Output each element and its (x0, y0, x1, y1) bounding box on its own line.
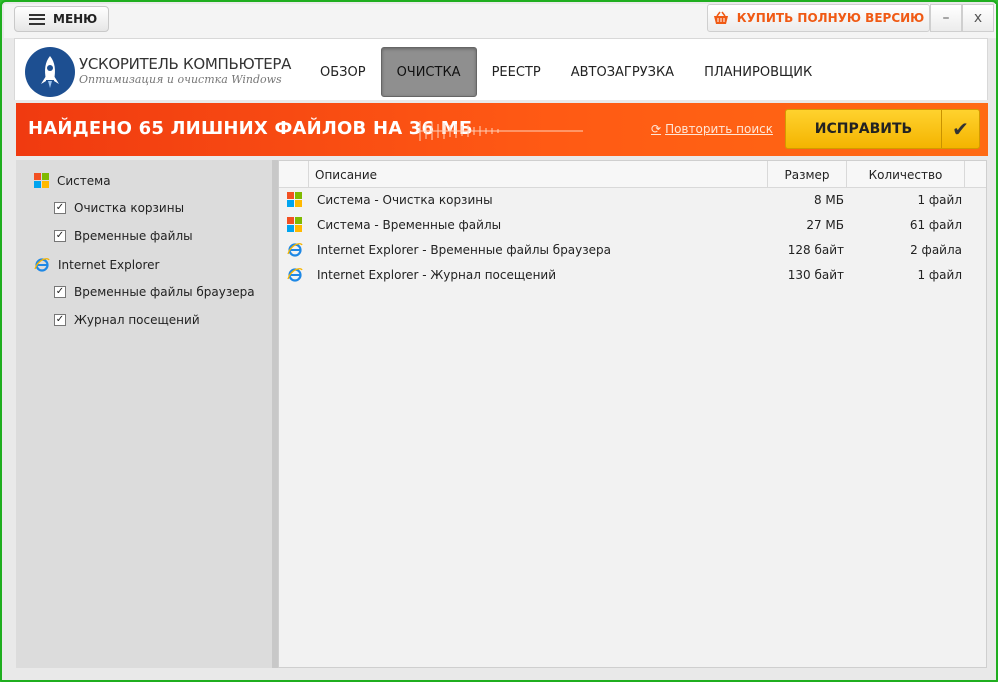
table-row[interactable]: Система - Временные файлы 27 МБ 61 файл (279, 213, 986, 238)
buy-full-version-button[interactable]: КУПИТЬ ПОЛНУЮ ВЕРСИЮ (707, 4, 930, 32)
row-count: 1 файл (917, 268, 962, 282)
tab-autostart[interactable]: АВТОЗАГРУЗКА (556, 47, 689, 97)
close-button[interactable]: x (962, 4, 994, 32)
tree-group-label: Система (57, 173, 111, 188)
menu-button[interactable]: МЕНЮ (14, 6, 109, 32)
row-description: Система - Очистка корзины (317, 193, 493, 207)
checkbox[interactable]: ✓ (54, 314, 66, 326)
row-description: Система - Временные файлы (317, 218, 502, 232)
app-header: УСКОРИТЕЛЬ КОМПЬЮТЕРА Оптимизация и очис… (14, 38, 988, 100)
row-size: 27 МБ (806, 218, 844, 232)
ie-icon (34, 258, 50, 272)
column-count[interactable]: Количество (847, 161, 965, 188)
tree-item-label: Временные файлы браузера (74, 285, 255, 299)
table-row[interactable]: Система - Очистка корзины 8 МБ 1 файл (279, 188, 986, 213)
brand-title: УСКОРИТЕЛЬ КОМПЬЮТЕРА (79, 55, 292, 73)
column-size[interactable]: Размер (768, 161, 847, 188)
row-size: 128 байт (787, 243, 844, 257)
tree-group-internet-explorer[interactable]: Internet Explorer (34, 257, 159, 273)
tree-item-label: Очистка корзины (74, 201, 185, 215)
minimize-icon: – (942, 10, 950, 26)
tree-item-recycle-bin[interactable]: ✓ Очистка корзины (54, 201, 184, 215)
table-header: Описание Размер Количество (279, 161, 986, 188)
scan-result-message: НАЙДЕНО 65 ЛИШНИХ ФАЙЛОВ НА 36 МБ (28, 118, 473, 139)
tree-group-label: Internet Explorer (58, 258, 160, 272)
hamburger-icon (29, 13, 45, 25)
ie-icon (287, 243, 303, 257)
checkbox[interactable]: ✓ (54, 286, 66, 298)
tree-item-temp-files[interactable]: ✓ Временные файлы (54, 229, 193, 243)
tab-scheduler[interactable]: ПЛАНИРОВЩИК (689, 47, 827, 97)
shopping-basket-icon (713, 11, 728, 24)
minimize-button[interactable]: – (930, 4, 962, 32)
row-size: 130 байт (787, 268, 844, 282)
menu-label: МЕНЮ (53, 12, 98, 26)
row-count: 61 файл (909, 218, 962, 232)
tab-cleanup[interactable]: ОЧИСТКА (380, 47, 477, 97)
column-description[interactable]: Описание (309, 161, 768, 188)
checkmark-icon: ✔ (941, 110, 979, 148)
row-size: 8 МБ (813, 193, 844, 207)
checkbox[interactable]: ✓ (54, 230, 66, 242)
fix-label: ИСПРАВИТЬ (814, 121, 913, 137)
table-row[interactable]: Internet Explorer - Журнал посещений 130… (279, 263, 986, 288)
tab-overview[interactable]: ОБЗОР (305, 47, 381, 97)
ie-icon (287, 268, 303, 282)
tree-item-label: Временные файлы (74, 229, 193, 243)
checkbox[interactable]: ✓ (54, 202, 66, 214)
row-count: 2 файла (910, 243, 962, 257)
tree-item-history[interactable]: ✓ Журнал посещений (54, 313, 200, 327)
tree-group-system[interactable]: Система (34, 173, 111, 188)
refresh-icon: ⟳ (651, 122, 662, 136)
windows-icon (287, 192, 302, 207)
results-table: Описание Размер Количество Система - Очи… (278, 160, 987, 668)
rocket-logo-icon (25, 47, 75, 97)
retry-search-link[interactable]: ⟳ Повторить поиск (651, 122, 773, 136)
fix-button[interactable]: ИСПРАВИТЬ ✔ (785, 109, 980, 149)
tab-registry[interactable]: РЕЕСТР (477, 47, 556, 97)
retry-label: Повторить поиск (665, 122, 773, 136)
scan-result-banner: НАЙДЕНО 65 ЛИШНИХ ФАЙЛОВ НА 36 МБ ⟳ Повт… (16, 103, 988, 156)
row-description: Internet Explorer - Журнал посещений (317, 268, 557, 282)
windows-icon (34, 173, 49, 188)
app-window: МЕНЮ КУПИТЬ ПОЛНУЮ ВЕРСИЮ – x УСКОРИТЕЛЬ… (0, 0, 998, 682)
close-icon: x (973, 10, 983, 26)
main-nav: ОБЗОР ОЧИСТКА РЕЕСТР АВТОЗАГРУЗКА ПЛАНИР… (305, 47, 827, 97)
brand-subtitle: Оптимизация и очистка Windows (79, 73, 282, 86)
row-count: 1 файл (917, 193, 962, 207)
category-tree: Система ✓ Очистка корзины ✓ Временные фа… (16, 160, 278, 668)
waveform-icon (418, 121, 583, 141)
column-icon (279, 161, 309, 188)
tree-item-browser-temp-files[interactable]: ✓ Временные файлы браузера (54, 285, 255, 299)
buy-label: КУПИТЬ ПОЛНУЮ ВЕРСИЮ (736, 11, 925, 25)
windows-icon (287, 217, 302, 232)
tree-item-label: Журнал посещений (74, 313, 200, 327)
row-description: Internet Explorer - Временные файлы брау… (317, 243, 611, 257)
table-row[interactable]: Internet Explorer - Временные файлы брау… (279, 238, 986, 263)
title-bar: МЕНЮ КУПИТЬ ПОЛНУЮ ВЕРСИЮ – x (4, 4, 996, 38)
